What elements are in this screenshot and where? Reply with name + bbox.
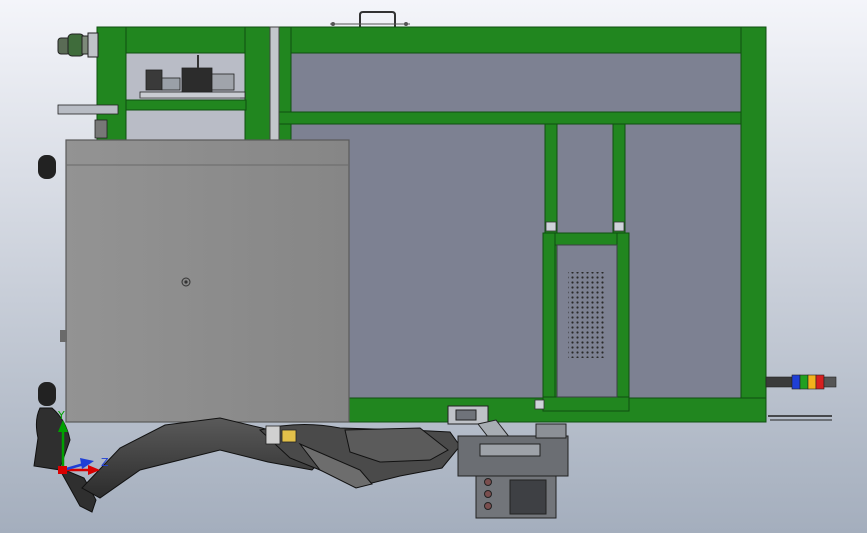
large-cabinet bbox=[60, 139, 350, 423]
model-viewport[interactable]: Y Z bbox=[0, 0, 867, 533]
vertical-post bbox=[269, 26, 280, 143]
machine-model-side-view[interactable] bbox=[0, 0, 867, 533]
electrical-box bbox=[556, 244, 618, 398]
